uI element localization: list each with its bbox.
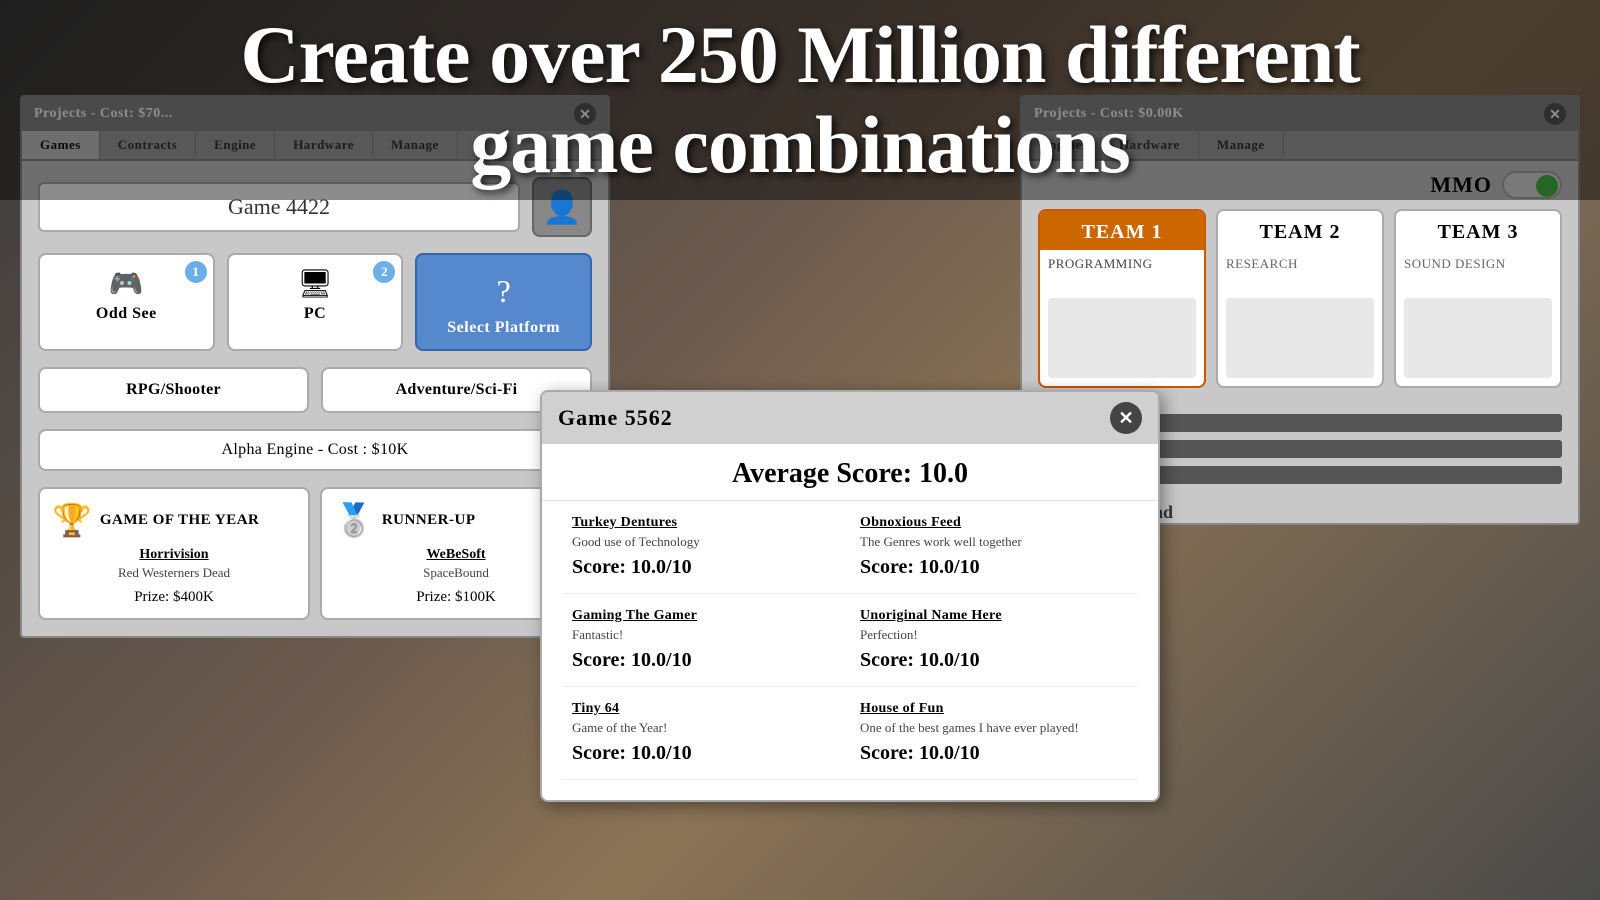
team1-header: Team 1 <box>1040 211 1204 250</box>
review-item-4: Tiny 64 Game of the Year! Score: 10.0/10 <box>562 687 850 780</box>
average-score: Average Score: 10.0 <box>542 444 1158 501</box>
review-item-0: Turkey Dentures Good use of Technology S… <box>562 501 850 594</box>
review-item-1: Obnoxious Feed The Genres work well toge… <box>850 501 1138 594</box>
platform-icon-oddsee: 🎮 <box>48 267 205 301</box>
award-card-goty: 🏆 Game of the Year Horrivision Red Weste… <box>38 487 310 620</box>
game-creation-area: Game 4422 👤 1 🎮 Odd See 2 🖥 PC ? Select … <box>22 161 608 636</box>
review-source-4: Tiny 64 <box>572 701 840 717</box>
review-comment-5: One of the best games I have ever played… <box>860 720 1128 736</box>
question-icon: ? <box>480 267 528 315</box>
review-item-3: Unoriginal Name Here Perfection! Score: … <box>850 594 1138 687</box>
score-close-button[interactable]: ✕ <box>1110 402 1142 434</box>
platform-icon-pc: 🖥 <box>237 267 394 301</box>
platform-label-pc: PC <box>237 305 394 323</box>
review-comment-4: Game of the Year! <box>572 720 840 736</box>
award-goty-company: Horrivision <box>52 547 296 563</box>
team2-role: Research <box>1218 250 1382 290</box>
review-comment-2: Fantastic! <box>572 627 840 643</box>
awards-row: 🏆 Game of the Year Horrivision Red Weste… <box>38 487 592 620</box>
medal-icon: 🥈 <box>334 501 374 539</box>
team1-name: Team 1 <box>1052 221 1192 244</box>
score-game-title: Game 5562 <box>558 405 673 431</box>
trophy-icon: 🏆 <box>52 501 92 539</box>
review-score-2: Score: 10.0/10 <box>572 649 840 672</box>
team2-name: Team 2 <box>1230 221 1370 244</box>
platform-card-select[interactable]: ? Select Platform <box>415 253 592 351</box>
team2-header: Team 2 <box>1218 211 1382 250</box>
platform-card-oddsee[interactable]: 1 🎮 Odd See <box>38 253 215 351</box>
review-item-5: House of Fun One of the best games I hav… <box>850 687 1138 780</box>
review-source-0: Turkey Dentures <box>572 515 840 531</box>
engine-row: Alpha Engine - Cost : $10K <box>38 429 592 471</box>
review-item-2: Gaming The Gamer Fantastic! Score: 10.0/… <box>562 594 850 687</box>
team-card-3[interactable]: Team 3 Sound Design <box>1394 209 1562 388</box>
platform-label-select: Select Platform <box>425 319 582 337</box>
team-card-2[interactable]: Team 2 Research <box>1216 209 1384 388</box>
platform-card-pc[interactable]: 2 🖥 PC <box>227 253 404 351</box>
award-goty-game: Red Westerners Dead <box>52 565 296 581</box>
review-comment-0: Good use of Technology <box>572 534 840 550</box>
score-panel: Game 5562 ✕ Average Score: 10.0 Turkey D… <box>540 390 1160 802</box>
review-score-4: Score: 10.0/10 <box>572 742 840 765</box>
genre-button-rpg[interactable]: RPG/Shooter <box>38 367 309 413</box>
reviews-grid: Turkey Dentures Good use of Technology S… <box>542 501 1158 780</box>
headline-overlay: Create over 250 Million different game c… <box>0 0 1600 200</box>
review-comment-1: The Genres work well together <box>860 534 1128 550</box>
review-source-1: Obnoxious Feed <box>860 515 1128 531</box>
headline-text: Create over 250 Million different game c… <box>20 10 1580 190</box>
review-source-2: Gaming The Gamer <box>572 608 840 624</box>
team3-role: Sound Design <box>1396 250 1560 290</box>
score-titlebar: Game 5562 ✕ <box>542 392 1158 444</box>
team-card-1[interactable]: Team 1 Programming <box>1038 209 1206 388</box>
genre-row: RPG/Shooter Adventure/Sci-Fi <box>38 367 592 413</box>
team3-name: Team 3 <box>1408 221 1548 244</box>
team2-content <box>1226 298 1374 378</box>
award-goty-header: 🏆 Game of the Year <box>52 501 296 539</box>
review-score-0: Score: 10.0/10 <box>572 556 840 579</box>
teams-row: Team 1 Programming Team 2 Research Team … <box>1022 209 1578 404</box>
review-comment-3: Perfection! <box>860 627 1128 643</box>
review-score-3: Score: 10.0/10 <box>860 649 1128 672</box>
team3-content <box>1404 298 1552 378</box>
engine-button[interactable]: Alpha Engine - Cost : $10K <box>38 429 592 471</box>
award-goty-prize: Prize: $400K <box>52 589 296 606</box>
review-source-5: House of Fun <box>860 701 1128 717</box>
team1-content <box>1048 298 1196 378</box>
review-source-3: Unoriginal Name Here <box>860 608 1128 624</box>
platform-row: 1 🎮 Odd See 2 🖥 PC ? Select Platform <box>38 253 592 351</box>
platform-badge-oddsee: 1 <box>185 261 207 283</box>
award-goty-title: Game of the Year <box>100 512 296 529</box>
review-score-5: Score: 10.0/10 <box>860 742 1128 765</box>
platform-label-oddsee: Odd See <box>48 305 205 323</box>
review-score-1: Score: 10.0/10 <box>860 556 1128 579</box>
team1-role: Programming <box>1040 250 1204 290</box>
team3-header: Team 3 <box>1396 211 1560 250</box>
